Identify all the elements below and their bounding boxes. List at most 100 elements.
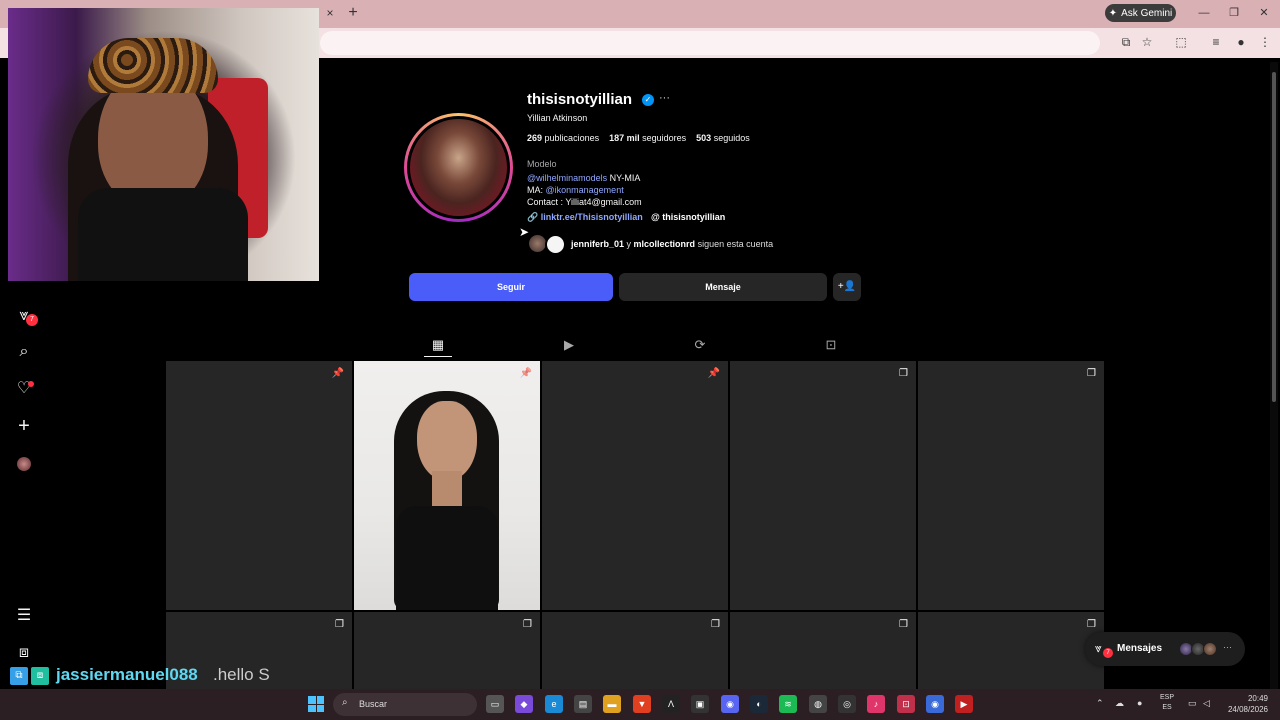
- taskbar-search[interactable]: Buscar: [333, 693, 477, 716]
- microphone-icon[interactable]: ●: [1137, 698, 1142, 708]
- pinned-icon: 📌: [331, 368, 344, 379]
- webcam-overlay: [8, 8, 319, 281]
- bio-line-2: MA: @ikonmanagement: [527, 185, 624, 195]
- app-icon[interactable]: ◆: [515, 695, 533, 713]
- profile-external-link[interactable]: 🔗 linktr.ee/Thisisnotyillian: [527, 212, 643, 223]
- profile-options-icon[interactable]: ···: [659, 92, 670, 104]
- following-stat[interactable]: 503 seguidos: [696, 133, 750, 143]
- post-tile[interactable]: ❐: [730, 612, 916, 689]
- chat-badge-icon: ⧉: [10, 667, 28, 685]
- carousel-icon: ❐: [523, 619, 532, 630]
- file-explorer-icon[interactable]: ▬: [603, 695, 621, 713]
- taskbar-clock[interactable]: 20:49 24/08/2026: [1220, 693, 1268, 715]
- steam-icon[interactable]: ◐: [750, 695, 768, 713]
- chat-message: .hello S: [213, 665, 270, 684]
- bio-mention-ikon[interactable]: @ikonmanagement: [546, 185, 624, 195]
- profile-stats: 269 publicaciones 187 mil seguidores 503…: [527, 133, 750, 143]
- tab-reposts-icon[interactable]: ⟳: [691, 336, 709, 354]
- discord-icon[interactable]: ◉: [721, 695, 739, 713]
- taskbar-search-icon: ⌕: [342, 697, 348, 708]
- search-icon[interactable]: ⌕: [14, 342, 34, 362]
- network-icon[interactable]: ▭: [1188, 698, 1197, 709]
- webcam-body: [78, 188, 248, 281]
- start-button[interactable]: [308, 696, 324, 712]
- ask-gemini-button[interactable]: ✦ Ask Gemini: [1105, 4, 1176, 22]
- maximize-window-button[interactable]: ❐: [1224, 5, 1244, 21]
- carousel-icon: ❐: [335, 619, 344, 630]
- suggested-accounts-button[interactable]: +👤: [833, 273, 861, 301]
- media-controls-icon[interactable]: ≡: [1208, 34, 1224, 50]
- posts-stat: 269 publicaciones: [527, 133, 600, 143]
- page-scrollbar[interactable]: [1270, 62, 1278, 690]
- post-tile[interactable]: 📌: [354, 361, 540, 610]
- chat-badge-icon: ⧈: [31, 667, 49, 685]
- post-tile[interactable]: ❐: [918, 612, 1104, 689]
- ask-gemini-label: Ask Gemini: [1121, 7, 1173, 19]
- messages-nav-badge: 7: [26, 314, 38, 326]
- post-tile[interactable]: ❐: [354, 612, 540, 689]
- chrome-icon[interactable]: ◉: [926, 695, 944, 713]
- messages-badge: 7: [1103, 648, 1113, 658]
- post-tile[interactable]: ❐: [918, 361, 1104, 610]
- threads-link[interactable]: @ thisisnotyillian: [651, 212, 725, 222]
- post-tile[interactable]: 📌: [166, 361, 352, 610]
- spotify-icon[interactable]: ≋: [779, 695, 797, 713]
- show-hidden-icons[interactable]: ⌃: [1096, 698, 1104, 709]
- profile-photo: [410, 119, 507, 216]
- messages-pill[interactable]: ⩔ 7 Mensajes ···: [1085, 632, 1245, 666]
- install-app-icon[interactable]: ⧉: [1118, 34, 1134, 50]
- profile-icon[interactable]: ●: [1233, 34, 1249, 50]
- brave-icon[interactable]: ▼: [633, 695, 651, 713]
- tab-tagged-icon[interactable]: ⊡: [822, 336, 840, 354]
- close-window-button[interactable]: ✕: [1254, 5, 1274, 21]
- profile-avatar[interactable]: [404, 113, 513, 222]
- app-icon[interactable]: ◍: [809, 695, 827, 713]
- nav-profile-avatar[interactable]: [17, 457, 31, 471]
- follow-button[interactable]: Seguir: [409, 273, 613, 301]
- bio-contact: Contact : Yilliat4@gmail.com: [527, 197, 642, 207]
- post-tile[interactable]: ❐: [730, 361, 916, 610]
- browser-menu-icon[interactable]: ⋮: [1257, 34, 1273, 50]
- bookmark-star-icon[interactable]: ☆: [1139, 34, 1155, 50]
- store-icon[interactable]: ▤: [574, 695, 592, 713]
- app-icon[interactable]: ⊡: [897, 695, 915, 713]
- carousel-icon: ❐: [1087, 619, 1096, 630]
- message-button[interactable]: Mensaje: [619, 273, 827, 301]
- photo-subject-neck: [432, 471, 462, 511]
- app-icon[interactable]: ▶: [955, 695, 973, 713]
- app-icon[interactable]: Λ: [662, 695, 680, 713]
- photo-subject-top: [396, 506, 498, 610]
- followed-by-text[interactable]: jenniferb_01 y mlcollectionrd siguen est…: [571, 239, 773, 249]
- tab-posts-grid-icon[interactable]: ▦: [429, 336, 447, 354]
- edge-icon[interactable]: e: [545, 695, 563, 713]
- task-view-icon[interactable]: ▭: [486, 695, 504, 713]
- close-tab-icon[interactable]: ×: [323, 6, 337, 20]
- scrollbar-thumb[interactable]: [1272, 72, 1276, 402]
- input-language[interactable]: ESP ES: [1160, 693, 1174, 713]
- carousel-icon: ❐: [899, 368, 908, 379]
- tiktok-icon[interactable]: ♪: [867, 695, 885, 713]
- followers-stat[interactable]: 187 mil seguidores: [609, 133, 686, 143]
- minimize-window-button[interactable]: —: [1194, 5, 1214, 21]
- app-icon[interactable]: ▣: [691, 695, 709, 713]
- more-menu-icon[interactable]: ☰: [14, 606, 34, 626]
- extensions-icon[interactable]: ⬚: [1173, 34, 1189, 50]
- apps-grid-icon[interactable]: ⧈: [14, 643, 34, 663]
- app-icon[interactable]: ◎: [838, 695, 856, 713]
- windows-taskbar: Buscar ⌕ ▭ ◆ e ▤ ▬ ▼ Λ ▣ ◉ ◐ ≋ ◍ ◎ ♪ ⊡ ◉…: [0, 689, 1280, 720]
- carousel-icon: ❐: [711, 619, 720, 630]
- onedrive-icon[interactable]: ☁: [1115, 698, 1124, 709]
- create-plus-icon[interactable]: +: [14, 416, 34, 436]
- bio-mention-wilhelmina[interactable]: @wilhelminamodels: [527, 173, 607, 183]
- messages-label: Mensajes: [1117, 643, 1163, 654]
- tab-reels-icon[interactable]: ▶: [560, 336, 578, 354]
- post-tile[interactable]: 📌: [542, 361, 728, 610]
- new-tab-button[interactable]: +: [346, 5, 360, 21]
- mouse-cursor-icon: ➤: [519, 225, 530, 239]
- volume-icon[interactable]: ◁: [1203, 698, 1210, 709]
- address-bar[interactable]: [320, 31, 1100, 55]
- mutual-follower-avatar: [545, 234, 566, 255]
- active-tab-indicator: [424, 356, 452, 357]
- carousel-icon: ❐: [1087, 368, 1096, 379]
- post-tile[interactable]: ❐: [542, 612, 728, 689]
